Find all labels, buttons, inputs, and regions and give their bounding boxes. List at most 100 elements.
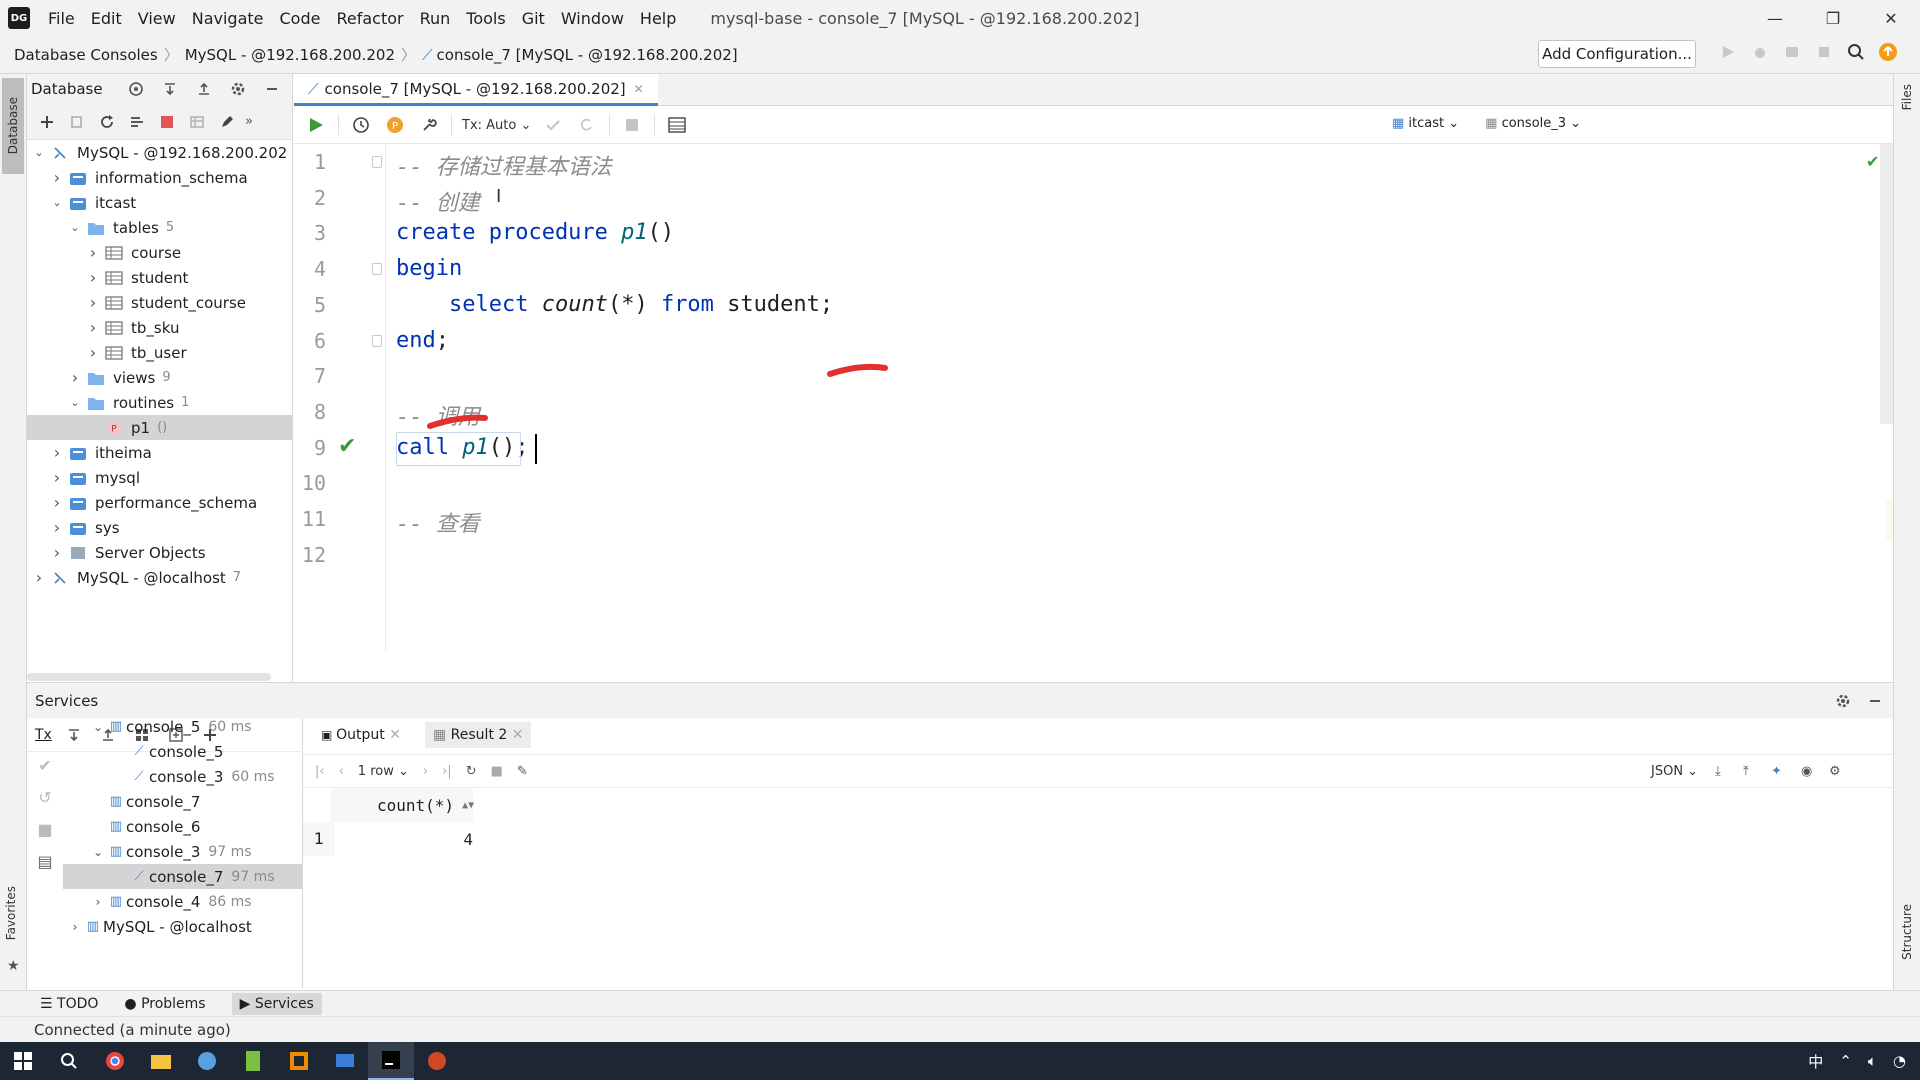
output-view-icon[interactable] — [665, 113, 689, 137]
tree-item[interactable]: › information_schema — [27, 165, 292, 190]
tree-item[interactable]: › student_course — [27, 290, 292, 315]
coverage-icon[interactable] — [1780, 40, 1804, 64]
tree-item[interactable]: ⌄ MySQL - @192.168.200.202 — [27, 140, 292, 165]
app-icon[interactable] — [184, 1042, 230, 1080]
chevron-right-icon[interactable]: › — [49, 168, 65, 187]
chevron-right-icon[interactable]: › — [85, 268, 101, 287]
chrome-icon[interactable] — [92, 1042, 138, 1080]
run-icon[interactable] — [1716, 40, 1740, 64]
result-cell[interactable]: 4 — [335, 830, 477, 849]
code-line[interactable]: -- 查看 — [396, 506, 480, 538]
chevron-down-icon[interactable]: ⌄ — [49, 196, 65, 209]
edit-icon[interactable] — [215, 110, 239, 134]
code-line[interactable]: -- 存储过程基本语法 — [396, 149, 612, 181]
sort-icon[interactable]: ▲▼ — [462, 800, 474, 811]
close-tab-icon[interactable]: ✕ — [634, 82, 644, 96]
start-button[interactable] — [0, 1042, 46, 1080]
cancel-icon[interactable] — [620, 113, 644, 137]
layout-icon[interactable]: ▤ — [27, 852, 63, 884]
service-item[interactable]: ▥ console_7 — [63, 789, 303, 814]
chevron-right-icon[interactable]: › — [67, 920, 83, 934]
datagrip-icon[interactable] — [368, 1042, 414, 1080]
search-icon[interactable] — [46, 1042, 92, 1080]
import-icon[interactable]: ⤒ — [1743, 764, 1749, 779]
minimize-button[interactable]: — — [1746, 0, 1804, 36]
code-line[interactable]: end; — [396, 328, 449, 353]
menu-refactor[interactable]: Refactor — [336, 9, 403, 28]
tree-item[interactable]: ⌄ itcast — [27, 190, 292, 215]
chevron-right-icon[interactable]: › — [90, 895, 106, 909]
tree-item[interactable]: ⌄ tables 5 — [27, 215, 292, 240]
service-item[interactable]: › ▥ MySQL - @localhost — [63, 914, 303, 939]
code-line[interactable]: begin — [396, 256, 462, 281]
wrench-icon[interactable] — [417, 113, 441, 137]
search-icon[interactable] — [1844, 40, 1868, 64]
tx-button[interactable]: Tx — [35, 727, 52, 743]
menu-git[interactable]: Git — [522, 9, 545, 28]
tree-item[interactable]: › course — [27, 240, 292, 265]
chevron-down-icon[interactable]: ⌄ — [67, 221, 83, 234]
table-view-icon[interactable] — [185, 110, 209, 134]
powerpoint-icon[interactable] — [414, 1042, 460, 1080]
stop-icon[interactable]: ■ — [27, 820, 63, 852]
menu-file[interactable]: File — [48, 9, 75, 28]
tree-item[interactable]: ⌄ routines 1 — [27, 390, 292, 415]
volume-icon[interactable]: 🔈︎ — [1868, 1052, 1877, 1070]
tab-console-7[interactable]: ⟋ console_7 [MySQL - @192.168.200.202] ✕ — [294, 74, 658, 106]
session-select[interactable]: ▦ console_3 ⌄ — [1485, 116, 1581, 131]
column-header[interactable]: count(*) ▲▼ — [331, 788, 474, 822]
format-select[interactable]: JSON ⌄ — [1651, 764, 1698, 779]
compare-icon[interactable]: ✦ — [1771, 764, 1782, 779]
hide-panel-icon[interactable] — [1863, 689, 1887, 713]
code-line[interactable]: create procedure p1() — [396, 220, 674, 245]
service-item[interactable]: ⌄ ▥ console_3 97 ms — [63, 839, 303, 864]
rollback-icon[interactable]: ↺ — [27, 788, 63, 820]
service-item[interactable]: ⌄ ▥ console_5 60 ms — [63, 714, 303, 739]
app-icon[interactable] — [322, 1042, 368, 1080]
stop-icon[interactable] — [1812, 40, 1836, 64]
gear-icon[interactable] — [226, 77, 250, 101]
chevron-right-icon[interactable]: › — [85, 243, 101, 262]
chevron-up-icon[interactable]: ⌃ — [1839, 1052, 1852, 1070]
code-line[interactable]: -- 创建 — [396, 185, 480, 217]
app-icon[interactable] — [276, 1042, 322, 1080]
todo-button[interactable]: ☰ TODO — [40, 996, 98, 1012]
view-icon[interactable]: ◉ — [1801, 764, 1812, 779]
debug-icon[interactable] — [1748, 40, 1772, 64]
tx-mode-select[interactable]: Tx: Auto ⌄ — [462, 118, 531, 133]
menu-edit[interactable]: Edit — [91, 9, 122, 28]
chevron-down-icon[interactable]: ⌄ — [90, 720, 106, 734]
collapse-all-icon[interactable] — [192, 77, 216, 101]
file-explorer-icon[interactable] — [138, 1042, 184, 1080]
stop-icon[interactable] — [155, 110, 179, 134]
breadcrumb-console[interactable]: console_7 [MySQL - @192.168.200.202] — [437, 46, 738, 64]
menu-navigate[interactable]: Navigate — [192, 9, 264, 28]
files-stripe-button[interactable]: Files — [1900, 84, 1914, 114]
fold-marker-icon[interactable] — [372, 156, 382, 168]
add-configuration-button[interactable]: Add Configuration... — [1538, 40, 1696, 68]
commit-icon[interactable]: ✔ — [27, 756, 63, 788]
tree-item[interactable]: › performance_schema — [27, 490, 292, 515]
database-stripe-button[interactable]: Database — [2, 78, 24, 174]
update-icon[interactable] — [1876, 40, 1900, 64]
fold-marker-icon[interactable] — [372, 263, 382, 276]
menu-code[interactable]: Code — [280, 9, 321, 28]
locate-icon[interactable] — [124, 77, 148, 101]
reload-icon[interactable]: ↻ — [466, 764, 477, 779]
network-icon[interactable]: ◔ — [1893, 1052, 1906, 1070]
chevron-right-icon[interactable]: › — [49, 468, 65, 487]
chevron-right-icon[interactable]: › — [67, 368, 83, 387]
profile-icon[interactable]: P — [383, 113, 407, 137]
hide-panel-icon[interactable] — [260, 77, 284, 101]
horizontal-scrollbar[interactable] — [27, 673, 271, 681]
tree-item[interactable]: › tb_user — [27, 340, 292, 365]
favorites-stripe-button[interactable]: Favorites — [4, 886, 18, 944]
copy-icon[interactable] — [65, 110, 89, 134]
app-icon[interactable] — [230, 1042, 276, 1080]
refresh-icon[interactable] — [95, 110, 119, 134]
menu-window[interactable]: Window — [561, 9, 624, 28]
menu-tools[interactable]: Tools — [466, 9, 505, 28]
menu-help[interactable]: Help — [640, 9, 676, 28]
chevron-down-icon[interactable]: ⌄ — [67, 396, 83, 409]
tree-item[interactable]: › mysql — [27, 465, 292, 490]
